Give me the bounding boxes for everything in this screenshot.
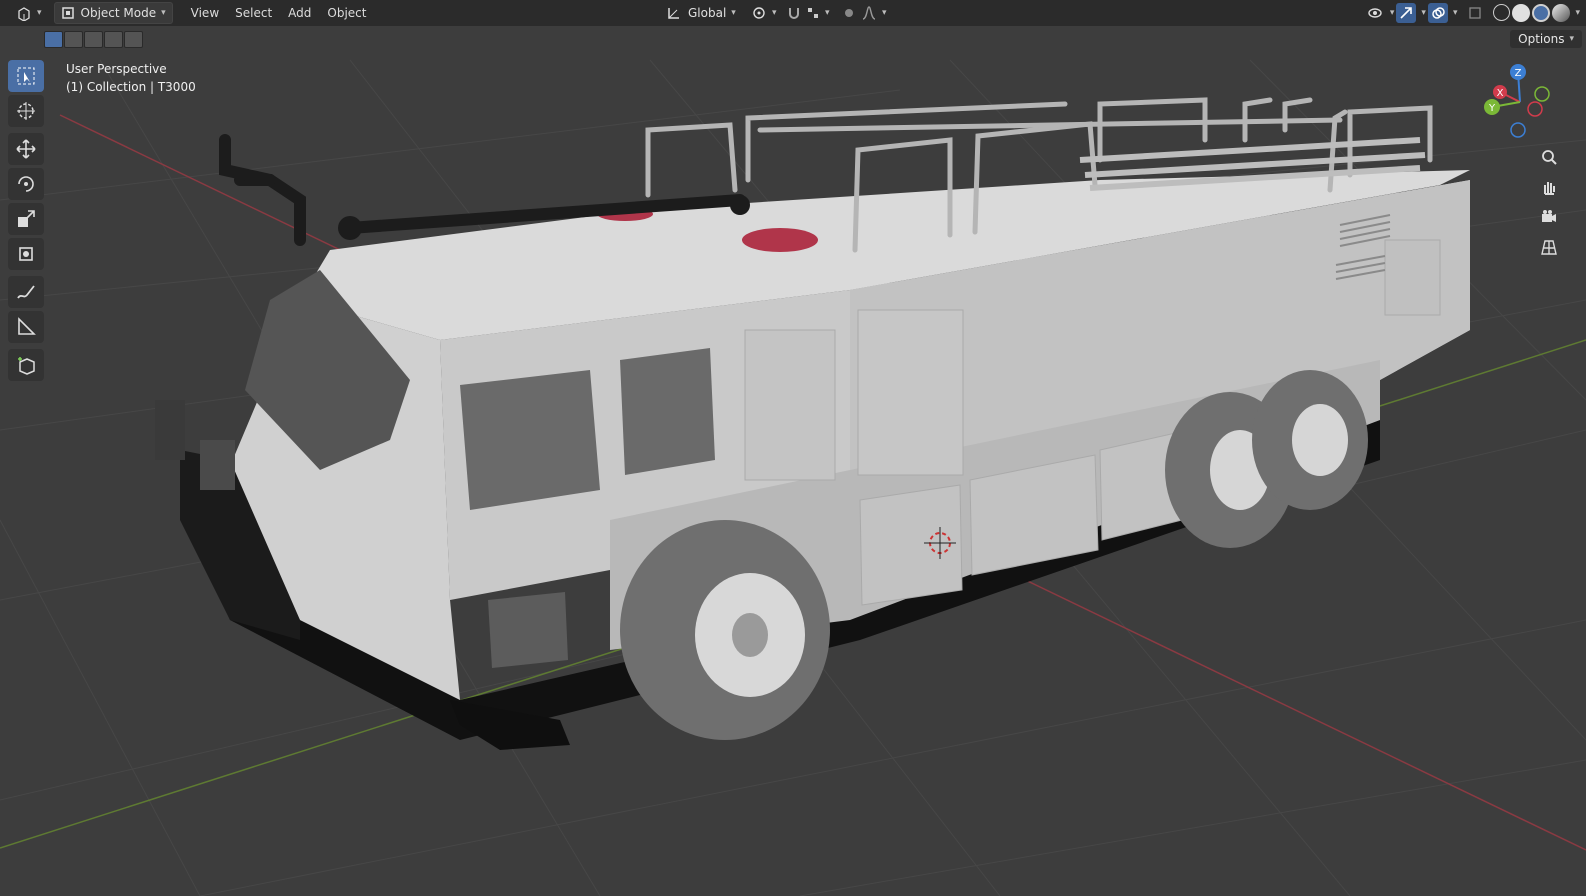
select-set-new-icon[interactable] (44, 31, 63, 48)
menu-select[interactable]: Select (227, 3, 280, 23)
rotate-tool[interactable] (8, 168, 44, 200)
overlays-icon (1432, 7, 1445, 19)
orientation-icon (668, 8, 679, 19)
view-navigation (1536, 144, 1564, 264)
tool-shelf (8, 60, 48, 384)
xray-toggle[interactable] (1465, 3, 1485, 23)
transform-orientation-dropdown[interactable]: Global ▾ (660, 3, 742, 23)
scale-tool[interactable] (8, 203, 44, 235)
chevron-down-icon: ▾ (1452, 8, 1458, 18)
chevron-down-icon: ▾ (37, 8, 42, 18)
3d-viewport-icon (18, 7, 30, 21)
annotate-icon (17, 285, 35, 299)
perspective-label: User Perspective (66, 62, 167, 76)
move-icon (16, 139, 36, 159)
zoom-button[interactable] (1536, 144, 1562, 170)
wireframe-shading-icon[interactable] (1493, 4, 1511, 21)
z-axis-label: Z (1515, 68, 1522, 79)
hand-icon (1544, 182, 1555, 195)
menu-add[interactable]: Add (280, 3, 319, 23)
select-intersect-icon[interactable] (124, 31, 143, 48)
select-box-icon (17, 67, 35, 85)
pivot-point-dropdown[interactable]: ▾ (745, 3, 783, 23)
neg-y-handle[interactable] (1534, 86, 1550, 102)
select-subtract-icon[interactable] (84, 31, 103, 48)
selection-mode-buttons (44, 31, 144, 48)
menu-object[interactable]: Object (319, 3, 374, 23)
scale-icon (18, 210, 35, 227)
measure-tool[interactable] (8, 311, 44, 343)
collection-label: (1) Collection | T3000 (66, 80, 196, 94)
add-cube-icon (18, 357, 35, 375)
falloff-dropdown[interactable]: ▾ (855, 3, 893, 23)
select-extend-icon[interactable] (64, 31, 83, 48)
chevron-down-icon: ▾ (731, 8, 736, 18)
mode-label: Object Mode (80, 6, 157, 20)
camera-view-button[interactable] (1536, 204, 1562, 230)
transform-icon (19, 247, 33, 261)
chevron-down-icon: ▾ (1389, 8, 1395, 18)
neg-z-handle[interactable] (1510, 122, 1526, 138)
material-shading-icon[interactable] (1532, 4, 1551, 22)
pivot-icon (753, 7, 765, 19)
viewport-info: User Perspective (1) Collection | T3000 (66, 60, 196, 96)
mode-dropdown[interactable]: Object Mode ▾ (53, 2, 173, 24)
snap-target-dropdown[interactable]: ▾ (800, 3, 836, 23)
chevron-down-icon: ▾ (772, 8, 777, 18)
cursor-tool[interactable] (8, 95, 44, 127)
pan-button[interactable] (1536, 174, 1562, 200)
select-box-tool[interactable] (8, 60, 44, 92)
chevron-down-icon: ▾ (1569, 34, 1574, 44)
chevron-down-icon: ▾ (161, 8, 166, 18)
shading-modes (1491, 4, 1571, 22)
chevron-down-icon: ▾ (1575, 8, 1580, 18)
xray-icon (1469, 7, 1482, 19)
object-mode-icon (61, 7, 74, 19)
zoom-icon (1542, 150, 1557, 165)
scene-render (0, 59, 1586, 896)
menu-view[interactable]: View (183, 3, 227, 23)
chevron-down-icon: ▾ (825, 8, 830, 18)
gizmo-toggle[interactable] (1396, 3, 1417, 23)
eye-icon (1368, 8, 1382, 18)
cursor-icon (17, 102, 35, 120)
rendered-shading-icon[interactable] (1552, 4, 1571, 22)
options-dropdown[interactable]: Options ▾ (1510, 30, 1582, 48)
editor-type-button[interactable]: ▾ (10, 3, 48, 23)
x-axis-label: X (1497, 88, 1504, 99)
move-tool[interactable] (8, 133, 44, 165)
visibility-dropdown[interactable] (1365, 3, 1385, 23)
y-axis-label: Y (1488, 103, 1496, 114)
rotate-icon (18, 176, 34, 192)
orientation-label: Global (688, 6, 727, 20)
chevron-down-icon: ▾ (1421, 8, 1426, 18)
solid-shading-icon[interactable] (1512, 4, 1531, 22)
falloff-curve-icon (862, 6, 876, 20)
neg-x-handle[interactable] (1527, 101, 1543, 117)
measure-icon (18, 317, 36, 335)
viewport-header: ▾ Object Mode ▾ View Select Add Object G… (0, 0, 1586, 26)
navigation-gizmo[interactable]: Z X Y (1480, 62, 1564, 142)
select-invert-icon[interactable] (104, 31, 123, 48)
grid-icon (1541, 240, 1557, 255)
add-cube-tool[interactable] (8, 349, 44, 381)
camera-icon (1542, 210, 1556, 222)
ortho-toggle-button[interactable] (1536, 234, 1562, 260)
header-right-tools: ▾ ▾ ▾ ▾ (1363, 3, 1580, 23)
truck-model (155, 97, 1470, 750)
3d-viewport[interactable] (0, 0, 1586, 896)
snap-increment-icon (808, 8, 818, 18)
transform-tool[interactable] (8, 238, 44, 270)
overlays-toggle[interactable] (1427, 3, 1448, 23)
chevron-down-icon: ▾ (882, 8, 887, 18)
annotate-tool[interactable] (8, 276, 44, 308)
options-label: Options (1518, 32, 1565, 46)
gizmo-icon (1400, 7, 1413, 19)
